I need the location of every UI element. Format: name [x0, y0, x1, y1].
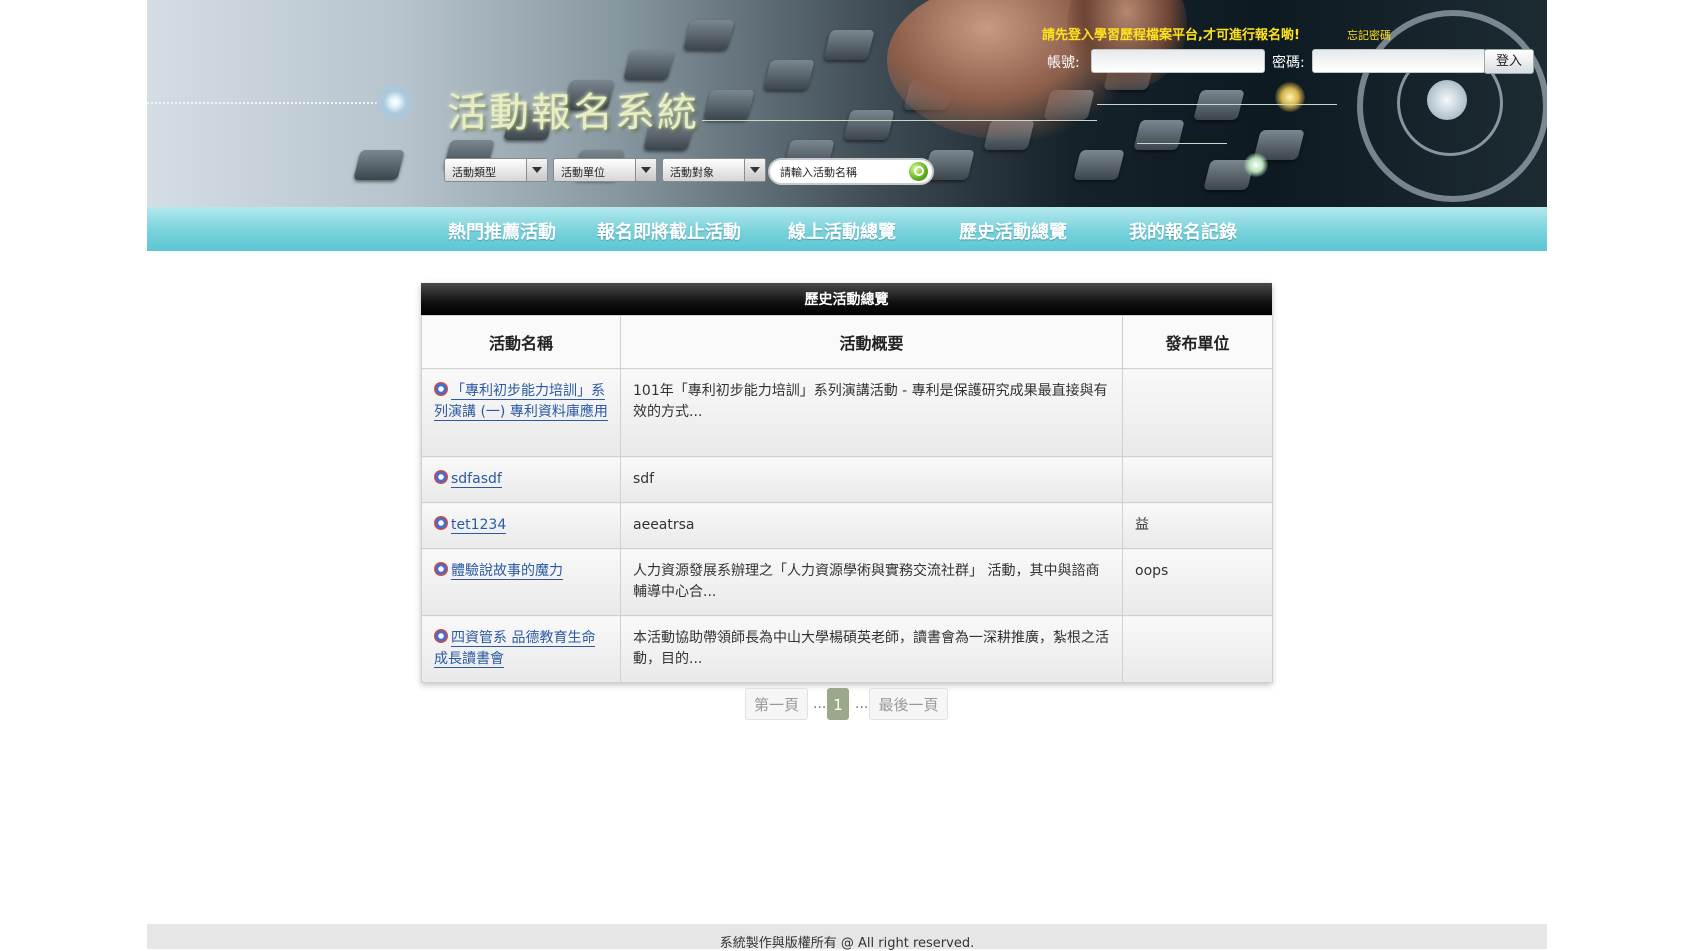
activity-icon: [434, 629, 448, 643]
last-page-button[interactable]: 最後一頁: [869, 688, 948, 720]
activity-summary: sdf: [620, 456, 1123, 503]
activity-type-value: 活動類型: [452, 166, 496, 179]
activity-unit-select[interactable]: 活動單位: [553, 158, 657, 182]
activity-unit: [1122, 615, 1273, 683]
column-header-summary: 活動概要: [620, 315, 1123, 369]
activity-summary: 本活動協助帶領師長為中山大學楊碩英老師，讀書會為一深耕推廣，紮根之活動，目的..…: [620, 615, 1123, 683]
brand-title: 活動報名系統: [447, 90, 699, 136]
activity-unit: 益: [1122, 502, 1273, 549]
activity-link[interactable]: 「專利初步能力培訓」系列演講 (一) 專利資料庫應用: [434, 383, 608, 421]
panel-title: 歷史活動總覽: [421, 283, 1272, 315]
login-message: 請先登入學習歷程檔案平台,才可進行報名喲!: [1042, 28, 1300, 43]
forgot-password-link[interactable]: 忘記密碼: [1347, 27, 1391, 43]
nav-hot-activities[interactable]: 熱門推薦活動: [448, 218, 556, 244]
search-input[interactable]: [780, 163, 900, 181]
activity-target-value: 活動對象: [670, 166, 714, 179]
activity-name-cell: tet1234: [421, 502, 621, 549]
nav-online-activities[interactable]: 線上活動總覽: [788, 218, 896, 244]
activity-link[interactable]: 體驗說故事的魔力: [451, 563, 563, 580]
column-header-unit: 發布單位: [1122, 315, 1273, 369]
table-row: 體驗說故事的魔力 人力資源發展系辦理之「人力資源學術與實務交流社群」 活動，其中…: [421, 548, 1273, 616]
activity-name-cell: sdfasdf: [421, 456, 621, 503]
activity-name-cell: 體驗說故事的魔力: [421, 548, 621, 616]
chevron-down-icon: [744, 159, 765, 181]
activity-icon: [434, 562, 448, 576]
password-input[interactable]: [1312, 49, 1486, 73]
activity-summary: 人力資源發展系辦理之「人力資源學術與實務交流社群」 活動，其中與諮商輔導中心合.…: [620, 548, 1123, 616]
footer-copyright: 系統製作與版權所有 @ All right reserved.: [719, 936, 975, 951]
activity-unit: oops: [1122, 548, 1273, 616]
table-row: sdfasdf sdf: [421, 456, 1273, 503]
search-box: [768, 158, 934, 185]
nav-closing-soon[interactable]: 報名即將截止活動: [597, 218, 741, 244]
activity-type-select[interactable]: 活動類型: [444, 158, 548, 182]
account-label: 帳號:: [1047, 55, 1080, 71]
page-1-button[interactable]: 1: [827, 688, 849, 720]
activity-icon: [434, 516, 448, 530]
history-activity-panel: 歷史活動總覽 活動名稱 活動概要 發布單位 「專利初步能力培訓」系列演講 (一)…: [421, 283, 1273, 683]
activity-table: 活動名稱 活動概要 發布單位 「專利初步能力培訓」系列演講 (一) 專利資料庫應…: [421, 315, 1273, 683]
login-button[interactable]: 登入: [1484, 49, 1534, 74]
activity-icon: [434, 470, 448, 484]
column-header-name: 活動名稱: [421, 315, 621, 369]
table-row: tet1234 aeeatrsa 益: [421, 502, 1273, 549]
activity-summary: 101年「專利初步能力培訓」系列演講活動 - 專利是保護研究成果最直接與有效的方…: [620, 368, 1123, 457]
pagination-ellipsis: ...: [813, 696, 827, 712]
first-page-button[interactable]: 第一頁: [745, 688, 808, 720]
password-label: 密碼:: [1272, 55, 1305, 71]
table-row: 「專利初步能力培訓」系列演講 (一) 專利資料庫應用 101年「專利初步能力培訓…: [421, 368, 1273, 457]
nav-my-records[interactable]: 我的報名記錄: [1129, 218, 1237, 244]
dotted-line-decoration: [147, 102, 377, 104]
activity-link[interactable]: 四資管系 品德教育生命成長讀書會: [434, 630, 596, 668]
nav-history-activities[interactable]: 歷史活動總覽: [959, 218, 1067, 244]
activity-name-cell: 四資管系 品德教育生命成長讀書會: [421, 615, 621, 683]
activity-name-cell: 「專利初步能力培訓」系列演講 (一) 專利資料庫應用: [421, 368, 621, 457]
glow-circle-decoration: [375, 82, 415, 122]
activity-link[interactable]: sdfasdf: [451, 471, 502, 488]
footer: 系統製作與版權所有 @ All right reserved.: [147, 924, 1547, 951]
account-input[interactable]: [1091, 49, 1265, 73]
activity-unit: [1122, 456, 1273, 503]
main-nav: 熱門推薦活動 報名即將截止活動 線上活動總覽 歷史活動總覽 我的報名記錄: [147, 207, 1547, 251]
activity-icon: [434, 382, 448, 396]
activity-unit-value: 活動單位: [561, 166, 605, 179]
activity-unit: [1122, 368, 1273, 457]
table-header-row: 活動名稱 活動概要 發布單位: [421, 315, 1273, 369]
search-icon[interactable]: [909, 162, 928, 181]
table-row: 四資管系 品德教育生命成長讀書會 本活動協助帶領師長為中山大學楊碩英老師，讀書會…: [421, 615, 1273, 683]
activity-target-select[interactable]: 活動對象: [662, 158, 766, 182]
chevron-down-icon: [635, 159, 656, 181]
pagination-ellipsis: ...: [855, 696, 869, 712]
chevron-down-icon: [526, 159, 547, 181]
header-banner: 活動報名系統 請先登入學習歷程檔案平台,才可進行報名喲! 忘記密碼 帳號: 密碼…: [147, 0, 1547, 207]
activity-summary: aeeatrsa: [620, 502, 1123, 549]
activity-link[interactable]: tet1234: [451, 517, 507, 534]
